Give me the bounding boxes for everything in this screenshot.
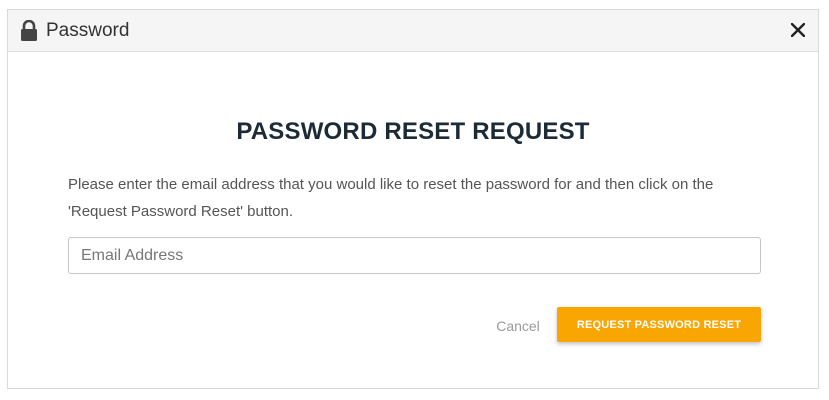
dialog-title: Password [46,20,130,41]
email-field[interactable] [68,237,761,274]
cancel-button[interactable]: Cancel [478,316,558,336]
lock-icon [21,20,37,41]
request-password-reset-button[interactable]: REQUEST PASSWORD RESET [557,307,761,342]
close-button[interactable] [787,19,809,41]
instructions-text: Please enter the email address that you … [68,176,714,220]
dialog-titlebar: Password [8,10,818,52]
close-icon [791,23,805,37]
password-reset-dialog: Password PASSWORD RESET REQUEST Please e… [7,9,819,389]
page-heading: PASSWORD RESET REQUEST [236,118,590,145]
